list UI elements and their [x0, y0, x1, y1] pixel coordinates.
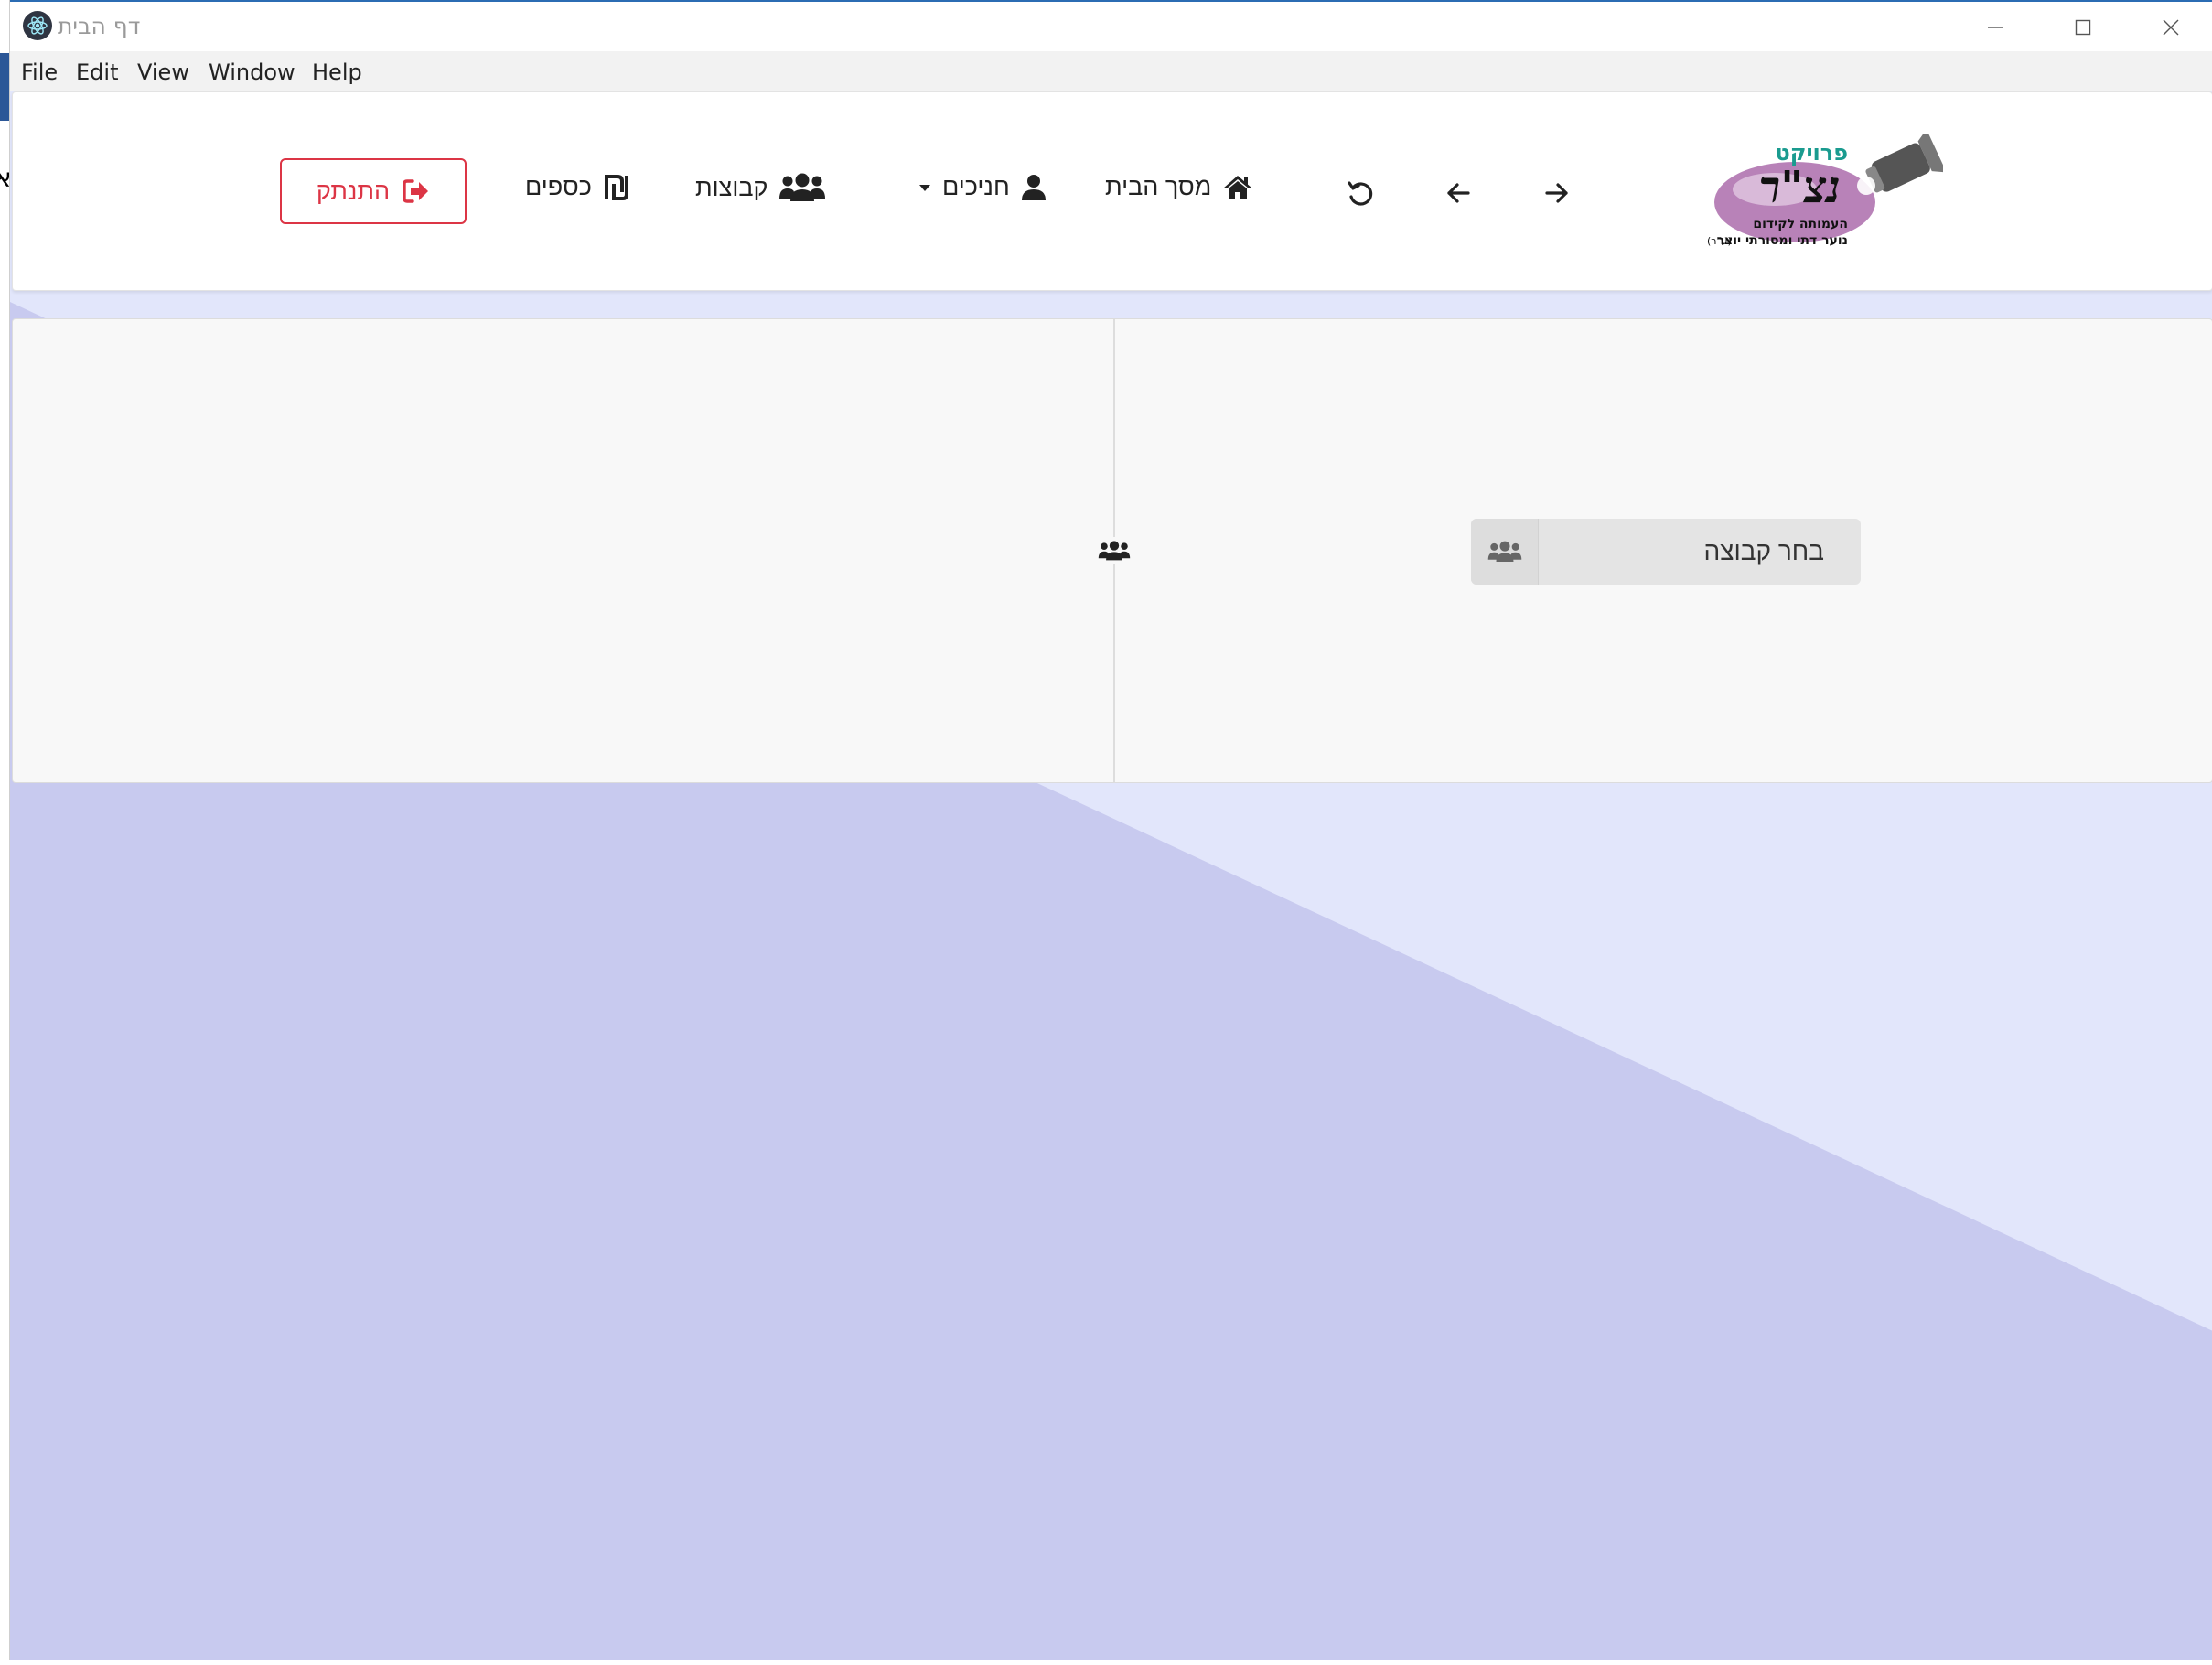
menu-bar: File Edit View Window Help [10, 51, 2212, 91]
main-panel: בחר קבוצה [12, 318, 2212, 783]
refresh-button[interactable] [1341, 175, 1378, 211]
nav-trainees-label: חניכים [942, 173, 1010, 200]
forward-button[interactable] [1539, 175, 1575, 211]
minimize-icon [1988, 27, 2003, 28]
shekel-icon [604, 174, 628, 200]
nav-home-label: מסך הבית [1105, 173, 1212, 200]
menu-view[interactable]: View [137, 59, 189, 85]
user-icon [1021, 174, 1046, 200]
project-logo: פרויקט נצ"ר העמותה לקידום נוער דתי ומסור… [1707, 134, 1943, 248]
maximize-icon [2075, 19, 2091, 36]
logo-tagline: נוער דתי ומסורתי יוצר [1717, 233, 1848, 248]
users-icon [779, 173, 826, 201]
nav-trainees-dropdown[interactable]: חניכים [918, 173, 1047, 201]
nav-home[interactable]: מסך הבית [1105, 173, 1253, 201]
close-button[interactable] [2143, 7, 2198, 48]
title-bar: דף הבית [10, 0, 2212, 51]
users-icon [1098, 541, 1131, 561]
menu-file[interactable]: File [21, 59, 58, 85]
desktop-edge: א [0, 0, 12, 1665]
nav-groups[interactable]: קבוצות [695, 173, 826, 202]
app-content: פרויקט נצ"ר העמותה לקידום נוער דתי ומסור… [10, 91, 2212, 1660]
nav-money[interactable]: כספים [525, 173, 630, 201]
logo-subtitle: העמותה לקידום [1753, 217, 1848, 231]
group-select[interactable]: בחר קבוצה [1471, 519, 1861, 585]
logo-registered: (ע"ר) [1707, 235, 1732, 247]
logo-name: נצ"ר [1759, 162, 1841, 213]
nav-groups-label: קבוצות [695, 173, 768, 201]
arrow-right-icon [1545, 183, 1568, 203]
logout-label: התנתק [316, 177, 391, 205]
window-title: דף הבית [58, 13, 141, 39]
home-icon [1223, 175, 1253, 199]
desktop-taskbar-fragment [0, 53, 9, 121]
menu-window[interactable]: Window [209, 59, 295, 85]
app-icon [23, 11, 52, 40]
caret-down-icon [919, 184, 930, 191]
divider-users-badge [1094, 537, 1134, 564]
sign-out-icon [403, 179, 429, 203]
users-icon [1487, 541, 1521, 562]
group-select-icon-box [1471, 519, 1539, 585]
app-window: דף הבית File Edit View Window Help פרויק… [9, 0, 2212, 1660]
close-icon [2163, 19, 2179, 36]
maximize-button[interactable] [2056, 7, 2110, 48]
undo-icon [1348, 181, 1373, 206]
menu-edit[interactable]: Edit [76, 59, 118, 85]
group-select-label: בחר קבוצה [1703, 537, 1824, 565]
arrow-left-icon [1447, 183, 1470, 203]
back-button[interactable] [1440, 175, 1476, 211]
top-navbar: פרויקט נצ"ר העמותה לקידום נוער דתי ומסור… [12, 91, 2212, 291]
minimize-button[interactable] [1968, 7, 2023, 48]
logout-button[interactable]: התנתק [280, 158, 467, 224]
nav-money-label: כספים [525, 173, 592, 200]
menu-help[interactable]: Help [312, 59, 362, 85]
